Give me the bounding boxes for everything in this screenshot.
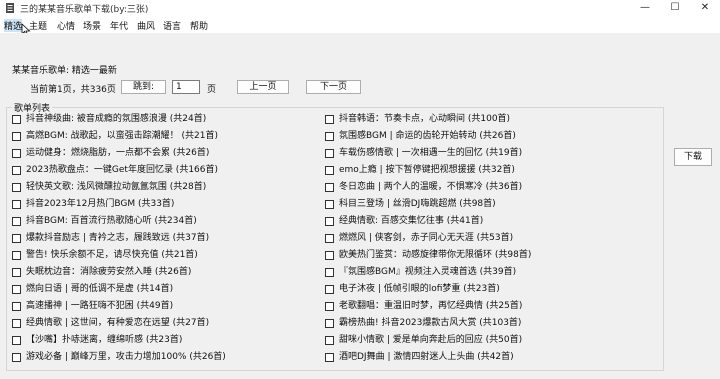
playlist-checkbox[interactable] (325, 336, 334, 345)
playlist-checkbox[interactable] (12, 149, 21, 158)
playlist-checkbox[interactable] (325, 353, 334, 362)
playlist-label: 欧美热门鉴赏：动感旋律带你无限循环 (共98首) (339, 250, 532, 260)
jump-button[interactable]: 跳到: (121, 80, 166, 94)
playlist-label: 车载伤感情歌 | 一次相遇一生的回忆 (共19首) (339, 148, 523, 158)
playlist-label: 经典情歌: 百感交集忆往事 (共41首) (339, 216, 484, 226)
playlist-checkbox[interactable] (12, 336, 21, 345)
playlist-label: 高速播神 | 一路狂嗨不犯困 (共49首) (26, 301, 174, 311)
app-icon (6, 3, 14, 13)
playlist-label: 老歌翻唱：重温旧时梦，再忆经典情 (共25首) (339, 301, 523, 311)
playlist-checkbox[interactable] (325, 132, 334, 141)
playlist-label: 霸榜热曲! 抖音2023爆款古风大赏 (共103首) (339, 318, 522, 328)
playlist-checkbox[interactable] (12, 183, 21, 192)
playlist-checkbox[interactable] (325, 285, 334, 294)
playlist-checkbox[interactable] (12, 319, 21, 328)
page-number-input[interactable]: 1 (172, 80, 200, 94)
playlist-label: 冬日恋曲 | 两个人的温暖，不惧寒冷 (共36首) (339, 182, 523, 192)
playlist-label: 抖音神级曲: 被音成瘾的氛围感浪漫 (共24首) (26, 114, 207, 124)
playlist-label: 氛围感BGM | 命运的齿轮开始转动 (共26首) (339, 131, 516, 141)
playlist-checkbox[interactable] (325, 268, 334, 277)
playlist-label: 警告! 快乐余额不足，请尽快充值 (共21首) (26, 250, 198, 260)
playlist-title: 某某音乐歌单: 精选一最新 (12, 66, 117, 76)
playlist-label: 运动健身：燃烧脂肪，一点都不会累 (共26首) (26, 148, 210, 158)
playlist-checkbox[interactable] (12, 268, 21, 277)
playlist-checkbox[interactable] (12, 285, 21, 294)
menu-item-mood[interactable]: 心情 (57, 19, 75, 32)
playlist-label: 燃向日语 | 哥的低调不是虚 (共14首) (26, 284, 174, 294)
playlist-label: 爆款抖音励志 | 青衿之志，履践致远 (共37首) (26, 233, 210, 243)
menu-item-genre[interactable]: 曲风 (137, 19, 155, 32)
playlist-checkbox[interactable] (12, 251, 21, 260)
playlist-checkbox[interactable] (325, 234, 334, 243)
minimize-button[interactable]: — (630, 0, 660, 16)
playlist-label: 『氛围感BGM』视频注入灵魂首选 (共39首) (339, 267, 517, 277)
playlist-checkbox[interactable] (325, 149, 334, 158)
playlist-checkbox[interactable] (12, 217, 21, 226)
menu-item-scene[interactable]: 场景 (83, 19, 101, 32)
playlist-checkbox[interactable] (12, 200, 21, 209)
playlist-label: 轻快英文歌: 浅风微醺拉动氤氲氛围 (共28首) (26, 182, 207, 192)
menu-item-featured[interactable]: 精选 (4, 19, 23, 32)
playlist-label: 游戏必备 | 巅峰万里，攻击力增加100% (共26首) (26, 352, 226, 362)
playlist-label: 2023热歌盘点：一键Get年度回忆录 (共166首) (26, 165, 219, 175)
close-button[interactable]: ✕ (690, 0, 720, 16)
playlist-label: 失眠枕边音：消除疲劳安然入睡 (共26首) (26, 267, 192, 277)
playlist-label: 电子沐夜 | 低帧引眼的lofi梦重 (共23首) (339, 284, 500, 294)
menu-bar: 精选 主题 心情 场景 年代 曲风 语言 帮助 (0, 16, 720, 33)
playlist-label: 抖音韩语：节奏卡点，心动瞬间 (共100首) (339, 114, 511, 124)
playlist-checkbox[interactable] (325, 166, 334, 175)
playlist-label: emo上瘾 | 按下暂停键把视想援援 (共32首) (339, 165, 515, 175)
menu-item-theme[interactable]: 主题 (29, 19, 47, 32)
playlist-checkbox[interactable] (12, 166, 21, 175)
playlist-checkbox[interactable] (325, 200, 334, 209)
playlist-label: 燃燃风 | 侠客剑，赤子同心无天涯 (共53首) (339, 233, 514, 243)
playlist-label: 【沙嘴】扑哧迷离，缠绵听感 (共23首) (26, 335, 183, 345)
playlist-label: 科目三登场 | 丝滑DJ嗨跳超燃 (共98首) (339, 199, 496, 209)
playlist-label: 经典情歌 | 这世间，有种爱恋在远望 (共27首) (26, 318, 210, 328)
next-page-button[interactable]: 下一页 (306, 80, 361, 94)
menu-item-help[interactable]: 帮助 (190, 19, 208, 32)
playlist-checkbox[interactable] (12, 234, 21, 243)
window-title: 三的某某音乐歌单下载(by:三张) (20, 5, 149, 15)
title-bar: 三的某某音乐歌单下载(by:三张) — ☐ ✕ (0, 0, 720, 16)
playlist-checkbox[interactable] (12, 302, 21, 311)
playlist-label: 抖音BGM: 百首流行热歌随心听 (共234首) (26, 216, 197, 226)
playlist-checkbox[interactable] (325, 319, 334, 328)
playlist-label: 高燃BGM: 战歌起，以蛮强击踪潮耀！ (共21首) (26, 131, 218, 141)
playlist-checkbox[interactable] (325, 183, 334, 192)
playlist-checkbox[interactable] (325, 115, 334, 124)
playlist-checkbox[interactable] (12, 353, 21, 362)
download-button[interactable]: 下载 (674, 148, 712, 166)
playlist-checkbox[interactable] (12, 115, 21, 124)
playlist-label: 酒吧DJ舞曲 | 激情四射迷人上头曲 (共42首) (339, 352, 514, 362)
playlist-checkbox[interactable] (325, 217, 334, 226)
playlist-checkbox[interactable] (325, 302, 334, 311)
playlist-checkbox[interactable] (325, 251, 334, 260)
playlist-checkbox[interactable] (12, 132, 21, 141)
menu-item-era[interactable]: 年代 (110, 19, 128, 32)
page-unit-label: 页 (207, 85, 217, 95)
playlist-label: 抖音2023年12月热门BGM (共33首) (26, 199, 175, 209)
menu-item-language[interactable]: 语言 (163, 19, 181, 32)
prev-page-button[interactable]: 上一页 (237, 80, 289, 94)
page-info: 当前第1页，共336页 (30, 85, 116, 95)
maximize-button[interactable]: ☐ (660, 0, 690, 16)
playlist-label: 甜咪小情歌 | 爱是单向奔赴后的回应 (共50首) (339, 335, 523, 345)
